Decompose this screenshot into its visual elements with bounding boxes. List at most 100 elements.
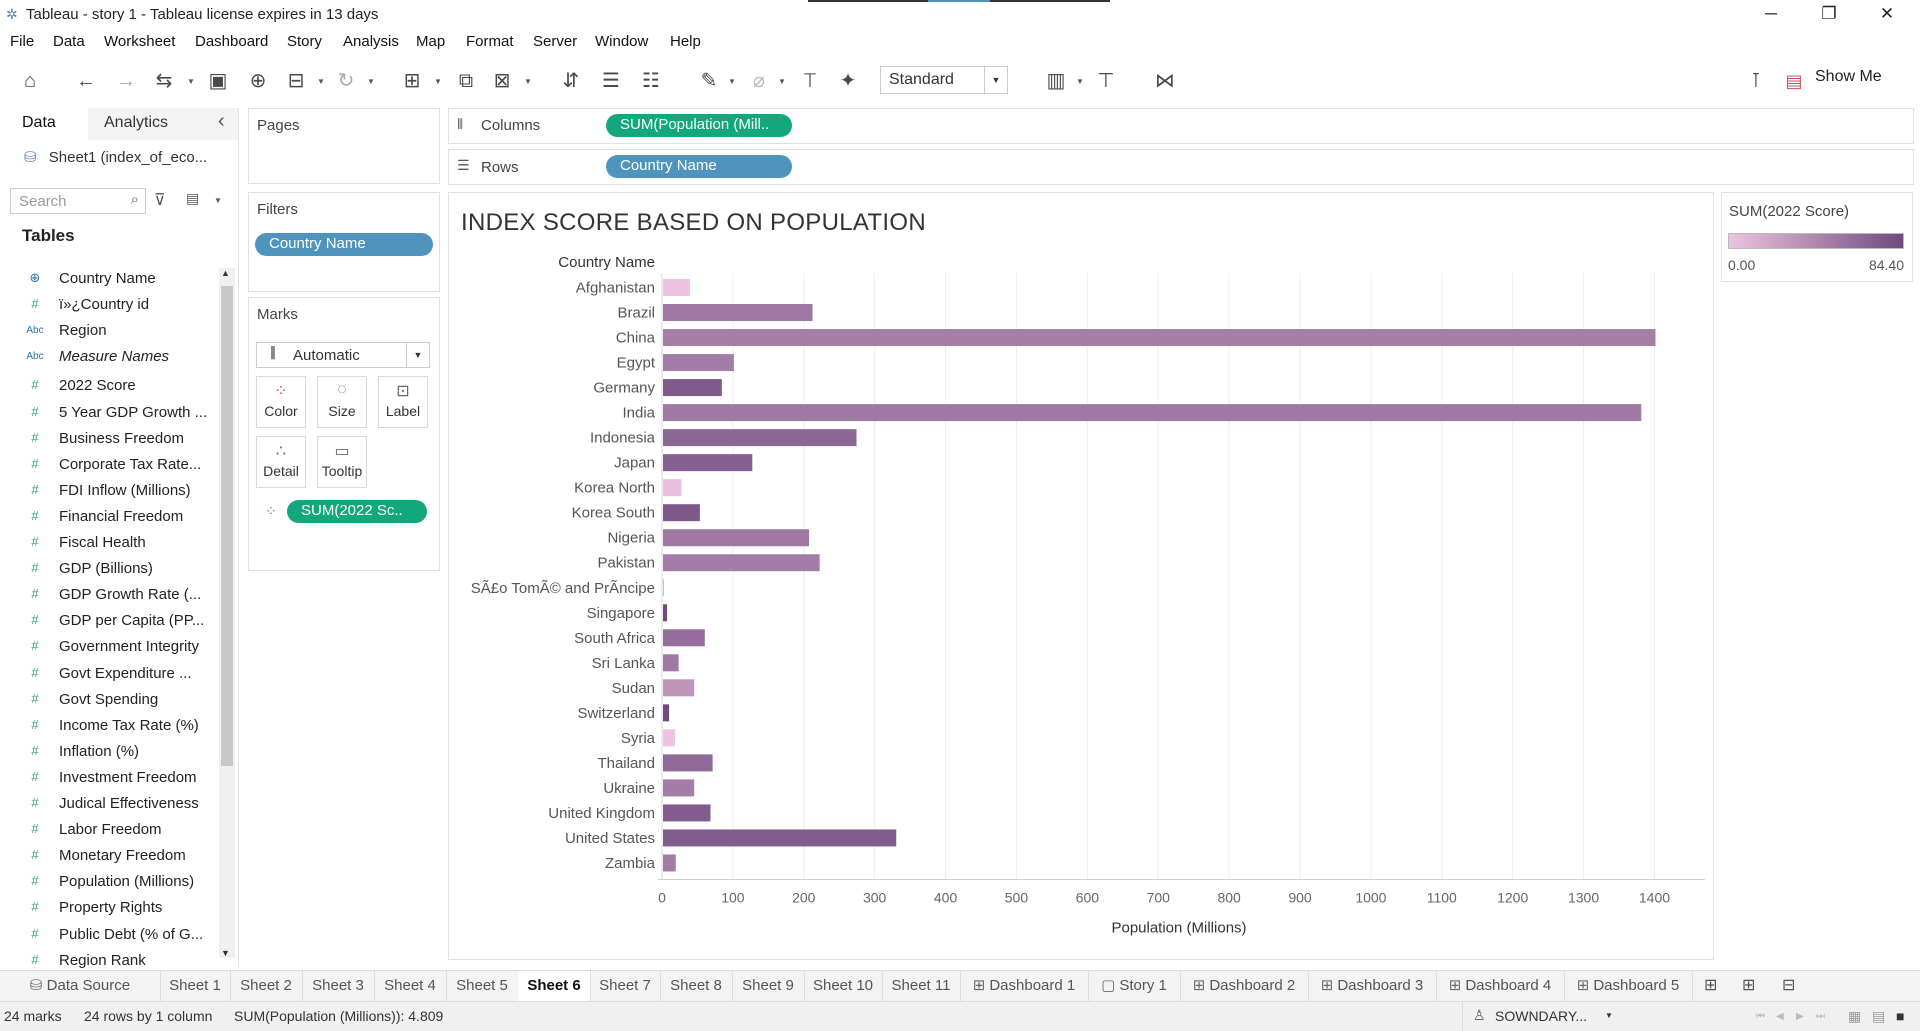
field-item[interactable]: # FDI Inflow (Millions) [0, 480, 210, 504]
field-item[interactable]: # GDP per Capita (PP... [0, 610, 210, 634]
columns-pill-population[interactable]: SUM(Population (Mill.. [606, 114, 792, 137]
show-cards-icon[interactable]: ▥ [1042, 67, 1070, 95]
field-item[interactable]: # Fiscal Health [0, 532, 210, 556]
field-item[interactable]: #5 Year GDP Growth ... [0, 402, 210, 426]
sheet-tab[interactable]: Sheet 11 [882, 971, 961, 1001]
tab-data[interactable]: Data [22, 114, 56, 132]
bar[interactable] [663, 829, 897, 847]
chevron-down-icon[interactable]: ▼ [524, 77, 532, 86]
menu-format[interactable]: Format [466, 33, 514, 50]
detail-button[interactable]: ∴ Detail [256, 436, 306, 488]
fix-axes-icon[interactable]: ✦ [834, 67, 862, 95]
sheet-tab[interactable]: ⊞ Dashboard 4 [1436, 971, 1565, 1001]
chevron-down-icon[interactable]: ▼ [728, 77, 736, 86]
bar[interactable] [663, 404, 1642, 422]
field-item[interactable]: # Government Integrity [0, 636, 210, 660]
highlight-icon[interactable]: ✎ [695, 67, 723, 95]
collapse-pane-icon[interactable]: ‹ [218, 110, 225, 133]
filmstrip-view-icon[interactable]: ▤ [1872, 1008, 1885, 1025]
label-button[interactable]: ⊡ Label [378, 376, 428, 428]
new-data-source-icon[interactable]: ⊕ [244, 67, 272, 95]
show-me-button[interactable]: Show Me [1815, 68, 1882, 86]
swap-rows-columns-icon[interactable]: ⇵ [557, 67, 585, 95]
first-page-icon[interactable]: ⏮ [1756, 1011, 1765, 1022]
bar[interactable] [663, 479, 682, 497]
refresh-icon[interactable]: ↻ [332, 67, 360, 95]
field-item[interactable]: # Corporate Tax Rate... [0, 454, 210, 478]
sheet-tab[interactable]: ⊞ Dashboard 3 [1308, 971, 1437, 1001]
field-item[interactable]: # GDP (Billions) [0, 558, 210, 582]
field-item[interactable]: # Income Tax Rate (%) [0, 715, 210, 739]
redo-icon[interactable]: → [112, 67, 140, 95]
sheet-tab[interactable]: Sheet 3 [302, 971, 375, 1001]
field-item[interactable]: # Inflation (%) [0, 741, 210, 765]
show-me-icon[interactable]: ▤ [1780, 67, 1808, 95]
columns-shelf[interactable]: ⦀ Columns SUM(Population (Mill.. [448, 108, 1914, 144]
bar[interactable] [663, 804, 711, 822]
grid-view-icon[interactable]: ▦ [1848, 1008, 1861, 1025]
chevron-down-icon[interactable]: ▼ [214, 196, 222, 205]
close-button[interactable]: ✕ [1858, 0, 1916, 30]
bar[interactable] [663, 629, 705, 647]
share-icon[interactable]: ⋈ [1151, 67, 1179, 95]
chevron-down-icon[interactable]: ▼ [367, 77, 375, 86]
sheet-tab[interactable]: Sheet 4 [374, 971, 447, 1001]
sheet-tab[interactable]: ⊞ Dashboard 1 [960, 971, 1089, 1001]
field-item[interactable]: # ï»¿Country id [0, 294, 210, 318]
bar[interactable] [663, 679, 695, 697]
sheet-tab[interactable]: ⊞ Dashboard 5 [1564, 971, 1693, 1001]
chevron-down-icon[interactable]: ▼ [317, 77, 325, 86]
sheet-tab[interactable]: Sheet 10 [804, 971, 883, 1001]
menu-story[interactable]: Story [287, 33, 322, 50]
data-source-swap-icon[interactable]: ⇆ [150, 67, 178, 95]
new-worksheet-tab-icon[interactable]: ⊞ [1704, 975, 1717, 995]
bar[interactable] [663, 754, 713, 772]
bar[interactable] [663, 354, 734, 372]
bar[interactable] [663, 454, 753, 472]
size-button[interactable]: ◌ Size [317, 376, 367, 428]
new-worksheet-icon[interactable]: ⊞ [398, 67, 426, 95]
field-item[interactable]: # Population (Millions) [0, 871, 210, 895]
tooltip-button[interactable]: ▭ Tooltip [317, 436, 367, 488]
sheet-tab[interactable]: ⊞ Dashboard 2 [1180, 971, 1309, 1001]
menu-server[interactable]: Server [533, 33, 577, 50]
search-input[interactable]: Search ⌕ [10, 188, 146, 214]
bar[interactable] [663, 429, 857, 447]
sheet-tab[interactable]: ▢ Story 1 [1088, 971, 1181, 1001]
menu-dashboard[interactable]: Dashboard [195, 33, 268, 50]
color-pill-2022-score[interactable]: SUM(2022 Sc.. [287, 500, 427, 523]
pause-updates-icon[interactable]: ⊟ [282, 67, 310, 95]
field-item[interactable]: # Govt Expenditure ... [0, 663, 210, 687]
chevron-down-icon[interactable]: ▼ [778, 77, 786, 86]
color-button[interactable]: ⁘ Color [256, 376, 306, 428]
data-source-row[interactable]: ⛁ Sheet1 (index_of_eco... [24, 148, 207, 166]
menu-worksheet[interactable]: Worksheet [104, 33, 175, 50]
group-members-icon[interactable]: ⌀ [745, 67, 773, 95]
sort-descending-icon[interactable]: ☷ [637, 67, 665, 95]
field-item[interactable]: #2022 Score [0, 375, 210, 399]
menu-file[interactable]: File [10, 33, 34, 50]
field-list-scrollbar[interactable]: ▲ ▼ [219, 268, 235, 958]
view-list-icon[interactable]: ▤ [186, 190, 199, 207]
sheet-tab[interactable]: Sheet 2 [230, 971, 303, 1001]
home-icon[interactable]: ⌂ [16, 67, 44, 95]
field-item[interactable]: # Labor Freedom [0, 819, 210, 843]
sheet-tab[interactable]: Sheet 7 [590, 971, 661, 1001]
field-item[interactable]: ⊕ Country Name [0, 268, 210, 292]
minimize-button[interactable]: ─ [1742, 0, 1800, 30]
tab-view-icon[interactable]: ■ [1896, 1008, 1904, 1024]
clear-sheet-icon[interactable]: ⊠ [488, 67, 516, 95]
bar[interactable] [663, 854, 676, 872]
scroll-up-icon[interactable]: ▲ [221, 268, 230, 278]
show-mark-labels-icon[interactable]: T [796, 67, 824, 95]
sheet-tab[interactable]: Sheet 1 [160, 971, 231, 1001]
field-item[interactable]: # GDP Growth Rate (... [0, 584, 210, 608]
rows-shelf[interactable]: ☰ Rows Country Name [448, 149, 1914, 185]
field-item[interactable]: # Investment Freedom [0, 767, 210, 791]
field-item[interactable]: # Monetary Freedom [0, 845, 210, 869]
new-story-tab-icon[interactable]: ⊟ [1782, 975, 1795, 995]
bar[interactable] [663, 504, 700, 522]
menu-help[interactable]: Help [670, 33, 701, 50]
sheet-tab[interactable]: Sheet 6 [518, 971, 591, 1003]
presentation-mode-icon[interactable]: ⊤ [1092, 67, 1120, 95]
